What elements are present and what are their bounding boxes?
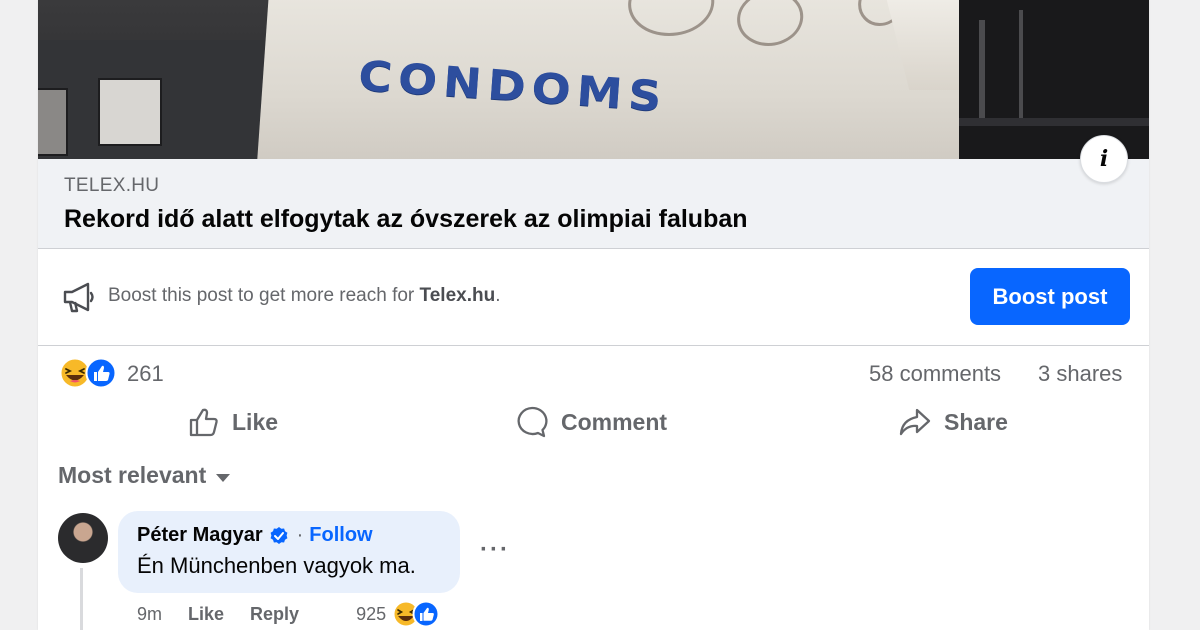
image-machine [38,40,278,159]
link-meta[interactable]: TELEX.HU Rekord idő alatt elfogytak az ó… [38,159,1149,249]
like-reaction-icon [412,600,440,628]
megaphone-icon [63,282,94,313]
like-label: Like [232,408,279,435]
boost-page-name: Telex.hu [419,285,496,306]
comment-bubble: Péter Magyar · Follow Én Münchenben vagy… [118,511,460,593]
comment-bubble-icon [517,406,548,438]
comment-button[interactable]: Comment [515,402,667,442]
stats-row: 261 58 comments 3 shares [38,346,1149,398]
comment-time[interactable]: 9m [137,604,162,625]
thumbs-up-icon [189,408,218,437]
comment-label: Comment [561,408,668,435]
comments-count[interactable]: 58 comments [869,361,1001,387]
post-actions: Like Comment Share [38,398,1149,448]
reaction-icons[interactable] [59,357,123,389]
comment-reaction-count[interactable]: 925 [356,604,386,625]
comment-more-options-icon[interactable]: ··· [480,536,510,564]
comment-reaction-icons[interactable] [392,600,442,628]
haha-reaction-icon [59,357,91,389]
follow-button[interactable]: Follow [309,524,372,547]
boost-text-prefix: Boost this post to get more reach for [108,285,420,306]
author-separator: · [296,524,304,546]
share-arrow-icon [899,408,931,436]
share-label: Share [944,408,1008,435]
boost-text-suffix: . [495,285,501,306]
boost-text: Boost this post to get more reach for Te… [108,285,501,307]
comment-reply-button[interactable]: Reply [250,604,299,625]
share-button[interactable]: Share [898,402,1008,442]
post-card: CONDOMS i TELEX.HU Rekord idő alatt elfo… [38,0,1149,630]
thread-line [80,568,83,630]
verified-badge-icon [270,526,288,544]
boost-post-button[interactable]: Boost post [970,268,1130,325]
caret-down-icon [216,473,231,482]
avatar[interactable] [58,513,108,563]
comment-sort-dropdown[interactable]: Most relevant [58,462,231,489]
like-reaction-icon [85,357,117,389]
link-title[interactable]: Rekord idő alatt elfogytak az óvszerek a… [64,205,748,234]
comment-text: Én Münchenben vagyok ma. [137,553,416,578]
like-button[interactable]: Like [188,402,278,442]
shares-count[interactable]: 3 shares [1038,361,1122,387]
comment-author[interactable]: Péter Magyar [137,524,263,547]
info-icon[interactable]: i [1080,135,1128,183]
link-domain: TELEX.HU [64,175,160,196]
comment-author-row: Péter Magyar · Follow [137,524,373,547]
image-background [959,0,1149,159]
sort-label: Most relevant [58,462,207,488]
boost-row: Boost this post to get more reach for Te… [38,249,1149,346]
reaction-count[interactable]: 261 [127,361,164,387]
comment-like-button[interactable]: Like [188,604,224,625]
link-preview-image[interactable]: CONDOMS [38,0,1149,159]
comment-meta: 9m Like Reply 925 [137,600,442,628]
